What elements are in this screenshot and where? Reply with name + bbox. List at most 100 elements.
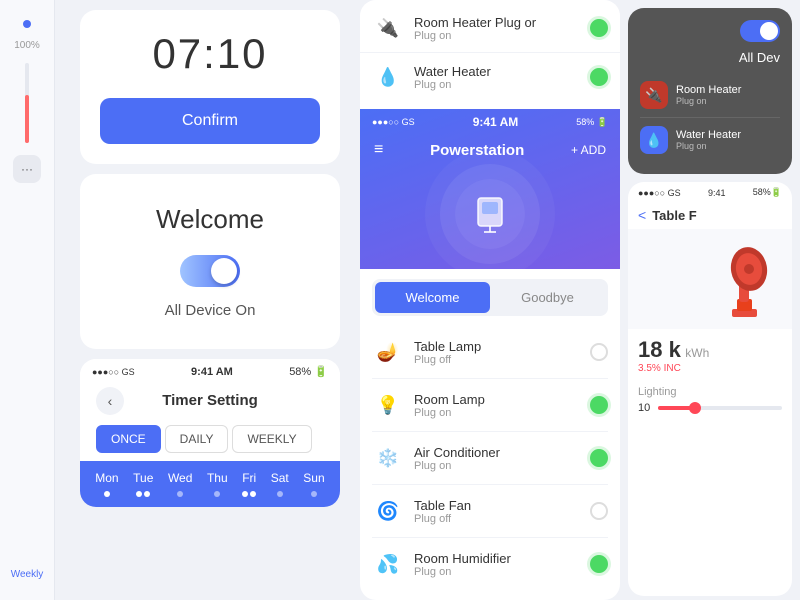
all-dev-toggle-row [640, 20, 780, 42]
table-fan-info: Table Fan Plug off [414, 498, 580, 525]
ac-name: Air Conditioner [414, 445, 580, 460]
timer-time: 9:41 AM [191, 366, 233, 378]
humidifier-info: Room Humidifier Plug on [414, 551, 580, 578]
popup-water-heater-info: Water Heater Plug on [676, 129, 780, 151]
day-sun[interactable]: Sun [303, 471, 324, 497]
room-lamp-name: Room Lamp [414, 392, 580, 407]
ac-status: Plug on [414, 460, 580, 472]
detail-header: < Table F [628, 203, 792, 229]
all-device-label: All Device On [100, 302, 320, 319]
list-item: 🪔 Table Lamp Plug off [372, 326, 608, 379]
all-dev-title: All Dev [640, 50, 780, 65]
time-display: 07:10 [100, 30, 320, 78]
popup-room-heater-status: Plug on [676, 96, 780, 106]
timer-signal: ●●●○○ GS [92, 367, 135, 377]
popup-water-heater-name: Water Heater [676, 129, 780, 141]
slider-thumb [689, 402, 701, 414]
lighting-label: Lighting [638, 386, 782, 398]
mini-toggle-knob [760, 22, 778, 40]
confirm-button[interactable]: Confirm [100, 98, 320, 144]
day-fri[interactable]: Fri [242, 471, 256, 497]
phone-signal: ●●●○○ GS [372, 117, 415, 127]
water-heater-status: Plug on [414, 79, 580, 91]
detail-time: 9:41 [708, 188, 726, 198]
detail-statusbar: ●●●○○ GS 9:41 58%🔋 [628, 182, 792, 203]
all-devices-popup: All Dev 🔌 Room Heater Plug on 💧 Water He… [628, 8, 792, 174]
toggle-container [100, 255, 320, 287]
device-list: 🪔 Table Lamp Plug off 💡 Room Lamp Plug o… [360, 326, 620, 600]
all-device-toggle[interactable] [180, 255, 240, 287]
timer-section: ●●●○○ GS 9:41 AM 58% 🔋 ‹ Timer Setting O… [80, 359, 340, 507]
stat-change: 3.5% INC [638, 363, 782, 374]
timer-back-button[interactable]: ‹ [96, 387, 124, 415]
room-heater-info: Room Heater Plug or Plug on [414, 15, 580, 42]
room-lamp-dot [590, 396, 608, 414]
detail-back-button[interactable]: < [638, 207, 646, 223]
hamburger-menu-icon[interactable]: ≡ [374, 141, 383, 159]
phone-time: 9:41 AM [473, 115, 519, 129]
popup-device-water-heater[interactable]: 💧 Water Heater Plug on [640, 118, 780, 162]
strip-bar [25, 63, 29, 143]
table-fan-dot [590, 502, 608, 520]
phone-header: ●●●○○ GS 9:41 AM 58% 🔋 ≡ Powerstation + … [360, 109, 620, 269]
welcome-card: Welcome All Device On [80, 174, 340, 349]
phone-nav: ≡ Powerstation + ADD [360, 135, 620, 169]
water-heater-status-dot [590, 68, 608, 86]
stat-value: 18 k [638, 337, 681, 362]
popup-room-heater-icon: 🔌 [640, 81, 668, 109]
day-thu[interactable]: Thu [207, 471, 228, 497]
humidifier-status: Plug on [414, 566, 580, 578]
day-wed[interactable]: Wed [168, 471, 192, 497]
powerstation-title: Powerstation [430, 142, 524, 159]
tab-welcome[interactable]: Welcome [375, 282, 490, 313]
phone-battery: 58% 🔋 [576, 117, 608, 128]
dots-menu[interactable]: ··· [13, 155, 41, 183]
table-lamp-status: Plug off [414, 354, 580, 366]
lighting-section: Lighting 10 [628, 382, 792, 418]
weekly-label: Weekly [11, 569, 44, 580]
popup-device-room-heater[interactable]: 🔌 Room Heater Plug on [640, 73, 780, 118]
detail-battery: 58%🔋 [753, 187, 782, 198]
table-fan-graphic [707, 239, 782, 329]
list-item: 🌀 Table Fan Plug off [372, 485, 608, 538]
stat-unit: kWh [685, 346, 709, 360]
popup-room-heater-info: Room Heater Plug on [676, 84, 780, 106]
table-lamp-icon: 🪔 [372, 336, 404, 368]
day-tue[interactable]: Tue [133, 471, 153, 497]
room-heater-status: Plug on [414, 30, 580, 42]
freq-tab-weekly[interactable]: WEEKLY [232, 425, 311, 453]
add-device-button[interactable]: + ADD [571, 143, 606, 157]
ac-dot [590, 449, 608, 467]
timer-battery: 58% 🔋 [289, 365, 328, 378]
top-plug-list: 🔌 Room Heater Plug or Plug on 💧 Water He… [360, 0, 620, 105]
room-lamp-status: Plug on [414, 407, 580, 419]
all-dev-toggle[interactable] [740, 20, 780, 42]
welcome-card-title: Welcome [100, 204, 320, 235]
tab-goodbye[interactable]: Goodbye [490, 282, 605, 313]
lighting-slider[interactable] [658, 406, 782, 410]
frequency-tabs: ONCE DAILY WEEKLY [80, 417, 340, 461]
days-row: Mon Tue Wed Thu [80, 461, 340, 507]
phone-statusbar: ●●●○○ GS 9:41 AM 58% 🔋 [360, 109, 620, 135]
strip-indicator [23, 20, 31, 28]
hero-device-icon [455, 179, 525, 249]
list-item: 🔌 Room Heater Plug or Plug on [360, 4, 620, 53]
freq-tab-daily[interactable]: DAILY [165, 425, 229, 453]
freq-tab-once[interactable]: ONCE [96, 425, 161, 453]
room-heater-status-dot [590, 19, 608, 37]
detail-hero [628, 229, 792, 329]
day-mon[interactable]: Mon [95, 471, 118, 497]
table-fan-icon: 🌀 [372, 495, 404, 527]
left-strip: 100% ··· Weekly [0, 0, 55, 600]
table-lamp-info: Table Lamp Plug off [414, 339, 580, 366]
popup-room-heater-name: Room Heater [676, 84, 780, 96]
room-heater-name: Room Heater Plug or [414, 15, 580, 30]
list-item: ❄️ Air Conditioner Plug on [372, 432, 608, 485]
lighting-row: 10 [638, 402, 782, 414]
lighting-value: 10 [638, 402, 650, 414]
list-item: 💡 Room Lamp Plug on [372, 379, 608, 432]
day-sat[interactable]: Sat [271, 471, 289, 497]
ac-info: Air Conditioner Plug on [414, 445, 580, 472]
strip-bar-fill [25, 95, 29, 143]
strip-percent-label: 100% [14, 40, 40, 51]
